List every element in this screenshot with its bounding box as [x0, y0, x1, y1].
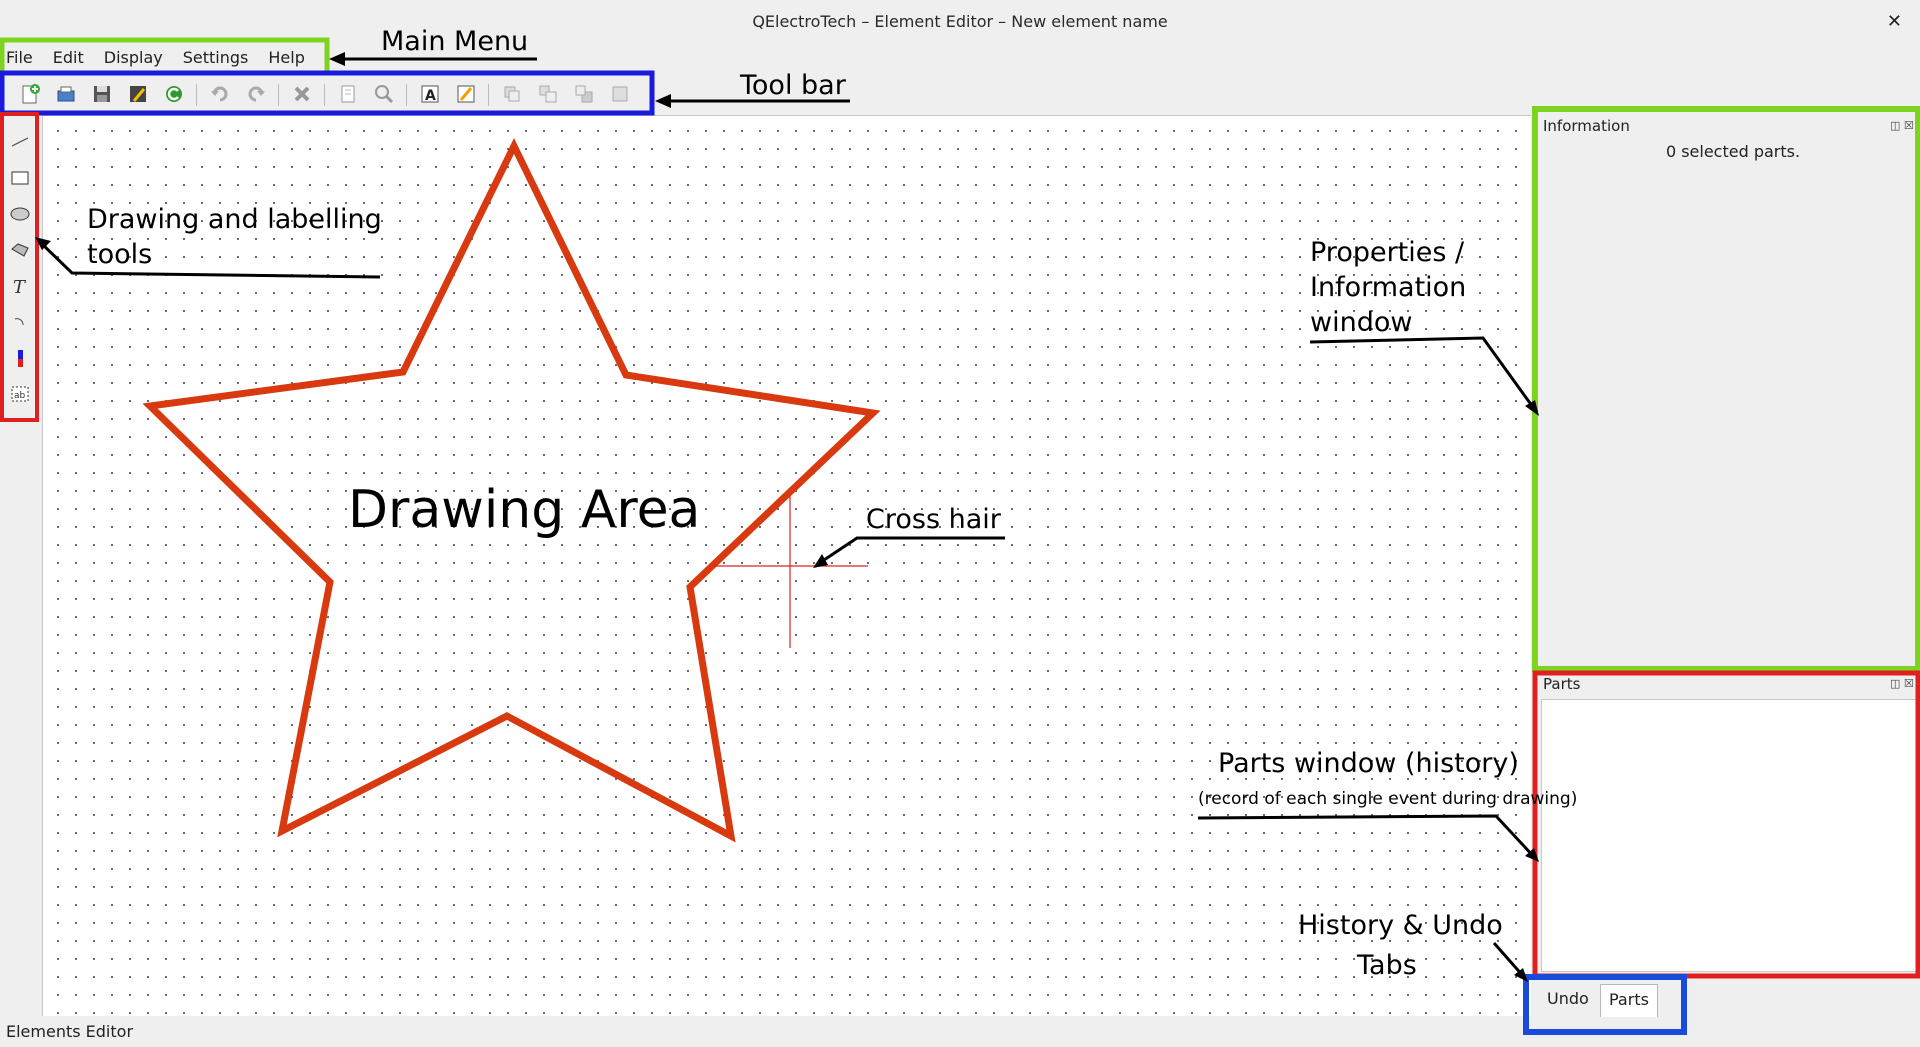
close-icon[interactable]: ✕ — [1887, 0, 1902, 44]
menu-display[interactable]: Display — [104, 45, 163, 71]
drawing-area[interactable] — [42, 115, 1531, 1016]
bring-forward-icon[interactable] — [498, 80, 526, 108]
selected-parts-text: 0 selected parts. — [1665, 142, 1801, 161]
svg-text:ab: ab — [14, 391, 26, 401]
menu-edit[interactable]: Edit — [53, 45, 84, 71]
text-tool-icon[interactable]: T — [6, 272, 34, 300]
annotation-history-line2: Tabs — [1357, 950, 1417, 981]
toolbar-separator — [406, 84, 407, 106]
rectangle-tool-icon[interactable] — [6, 164, 34, 192]
terminal-tool-icon[interactable] — [6, 344, 34, 372]
delete-icon[interactable] — [288, 80, 316, 108]
title-bar: QElectroTech – Element Editor – New elem… — [0, 0, 1920, 42]
annotation-parts-window-note: (record of each single event during draw… — [1198, 789, 1578, 809]
annotation-main-menu: Main Menu — [381, 26, 529, 57]
info-panel-title: Information — [1543, 117, 1630, 135]
annotation-cross-hair: Cross hair — [866, 504, 1001, 535]
status-bar: Elements Editor — [6, 1022, 134, 1041]
tab-undo[interactable]: Undo — [1539, 984, 1597, 1016]
edit-size-icon[interactable] — [334, 80, 362, 108]
menu-help[interactable]: Help — [268, 45, 304, 71]
lower-icon[interactable] — [570, 80, 598, 108]
toolbar-separator — [196, 84, 197, 106]
new-icon[interactable] — [16, 80, 44, 108]
arrowhead — [329, 52, 345, 66]
drawing-tools-highlight — [0, 112, 39, 422]
annotation-properties-line1: Properties / — [1310, 237, 1465, 268]
parts-float-close-icon[interactable]: ◫ ☒ — [1890, 677, 1914, 690]
tab-parts[interactable]: Parts — [1600, 984, 1658, 1017]
parts-list[interactable] — [1541, 699, 1920, 972]
annotation-drawing-tools-line1: Drawing and labelling — [87, 204, 382, 235]
menu-file[interactable]: File — [6, 45, 33, 71]
undo-icon[interactable] — [206, 80, 234, 108]
polygon-tool-icon[interactable] — [6, 236, 34, 264]
save-as-icon[interactable] — [124, 80, 152, 108]
window-title: QElectroTech – Element Editor – New elem… — [752, 12, 1168, 31]
annotation-tool-bar: Tool bar — [740, 70, 846, 101]
annotation-drawing-tools-line2: tools — [87, 239, 153, 270]
toolbar-separator — [278, 84, 279, 106]
menu-settings[interactable]: Settings — [183, 45, 249, 71]
ellipse-tool-icon[interactable] — [6, 200, 34, 228]
edit-author-icon[interactable] — [452, 80, 480, 108]
info-float-close-icon[interactable]: ◫ ☒ — [1890, 119, 1914, 132]
annotation-properties-line3: window — [1310, 307, 1413, 338]
reload-icon[interactable] — [160, 80, 188, 108]
text-edit-icon[interactable]: A — [416, 80, 444, 108]
raise-icon[interactable] — [534, 80, 562, 108]
send-backward-icon[interactable] — [606, 80, 634, 108]
toolbar-separator — [488, 84, 489, 106]
annotation-parts-window: Parts window (history) — [1218, 748, 1519, 779]
save-icon[interactable] — [88, 80, 116, 108]
svg-text:T: T — [13, 277, 27, 297]
svg-text:A: A — [425, 88, 436, 104]
info-window-highlight — [1532, 106, 1920, 672]
arrowhead — [655, 94, 671, 108]
line-tool-icon[interactable] — [6, 128, 34, 156]
arc-tool-icon[interactable] — [6, 308, 34, 336]
zoom-fit-icon[interactable] — [370, 80, 398, 108]
redo-icon[interactable] — [242, 80, 270, 108]
annotation-history-line1: History & Undo — [1298, 910, 1503, 941]
open-icon[interactable] — [52, 80, 80, 108]
text-field-tool-icon[interactable]: ab — [6, 380, 34, 408]
toolbar-separator — [324, 84, 325, 106]
annotation-properties-line2: Information — [1310, 272, 1467, 303]
menu-bar: File Edit Display Settings Help — [4, 45, 323, 71]
parts-panel-title: Parts — [1543, 675, 1581, 693]
annotation-drawing-area: Drawing Area — [348, 480, 701, 540]
